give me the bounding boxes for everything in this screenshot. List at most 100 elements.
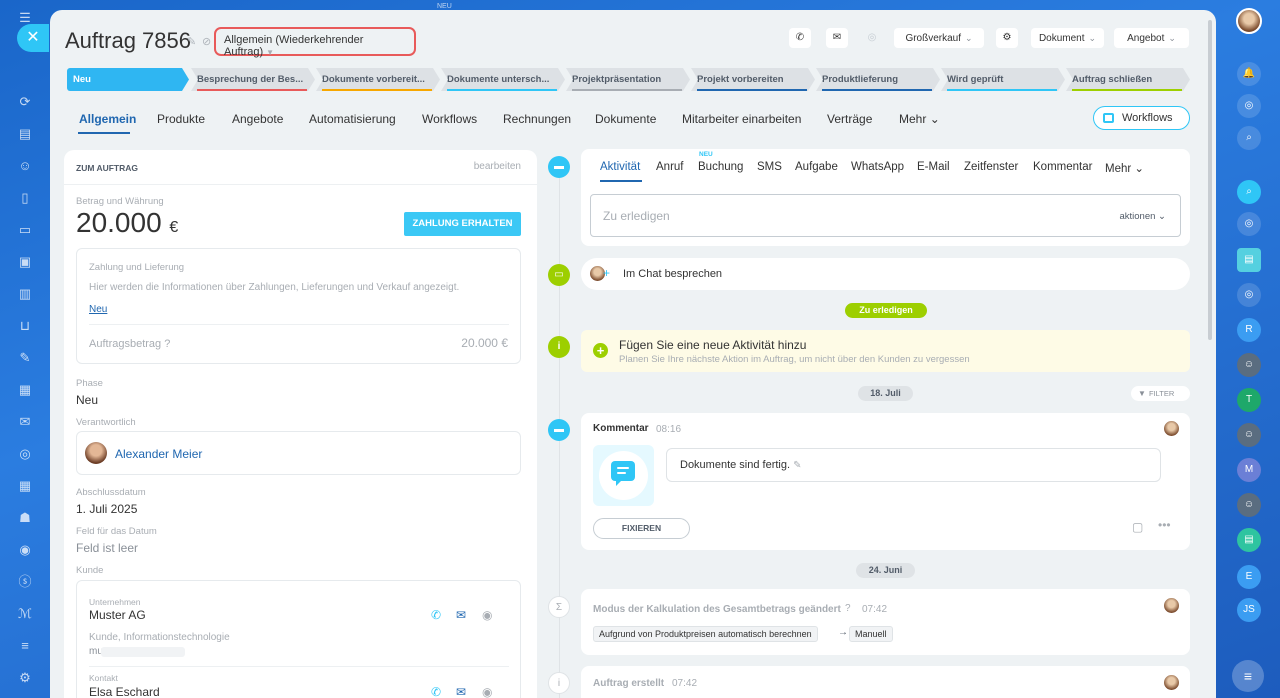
stage-dokumente-unterschreiben[interactable]: Dokumente untersch... bbox=[441, 68, 565, 91]
tab-workflows[interactable]: Workflows bbox=[422, 112, 477, 126]
comment-text-box[interactable]: Dokumente sind fertig. ✎ bbox=[666, 448, 1161, 482]
target-icon[interactable]: ◉ bbox=[17, 542, 33, 558]
m-icon[interactable]: ℳ bbox=[17, 606, 33, 622]
actions-dropdown[interactable]: aktionen ⌄ bbox=[1119, 211, 1166, 222]
tab-vertraege[interactable]: Verträge bbox=[827, 112, 872, 126]
search-icon[interactable]: ⌕ bbox=[1237, 126, 1261, 150]
settings-icon[interactable]: ⚙ bbox=[17, 670, 33, 686]
tab-mitarbeiter-einarbeiten[interactable]: Mitarbeiter einarbeiten bbox=[682, 112, 801, 126]
activity-tab-aufgabe[interactable]: Aufgabe bbox=[795, 161, 838, 173]
rail-group-icon[interactable]: ▤ bbox=[1237, 528, 1261, 552]
activity-tab-anruf[interactable]: Anruf bbox=[656, 161, 684, 173]
file-icon[interactable]: ▯ bbox=[17, 190, 33, 206]
link-icon[interactable]: ⊘ bbox=[202, 35, 211, 48]
tab-rechnungen[interactable]: Rechnungen bbox=[503, 112, 571, 126]
receive-payment-button[interactable]: ZAHLUNG ERHALTEN bbox=[404, 212, 521, 236]
stage-dokumente-vorbereiten[interactable]: Dokumente vorbereit... bbox=[316, 68, 440, 91]
copilot-second-icon[interactable]: ◎ bbox=[1237, 283, 1261, 307]
tab-angebote[interactable]: Angebote bbox=[232, 112, 283, 126]
chat-icon[interactable]: ◉ bbox=[482, 685, 492, 698]
copilot-chat-icon[interactable]: ◎ bbox=[1237, 212, 1261, 236]
board-icon[interactable]: ▣ bbox=[17, 254, 33, 270]
rail-avatar-2[interactable]: ☺ bbox=[1237, 423, 1261, 447]
grossverkauf-button[interactable]: Großverkauf ⌄ bbox=[894, 28, 984, 48]
more-icon[interactable]: ••• bbox=[1158, 518, 1171, 532]
activity-tab-whatsapp[interactable]: WhatsApp bbox=[851, 161, 904, 173]
rail-user-e[interactable]: E bbox=[1237, 565, 1261, 589]
activity-tab-mehr[interactable]: Mehr ⌄ bbox=[1105, 161, 1144, 175]
contact-name[interactable]: Elsa Eschard bbox=[89, 685, 160, 698]
filter-button[interactable]: ▼ FILTER bbox=[1131, 386, 1190, 401]
activity-tab-aktivitaet[interactable]: Aktivität bbox=[600, 161, 640, 173]
phone-button[interactable]: ✆ bbox=[789, 28, 811, 48]
activity-tab-zeitfenster[interactable]: Zeitfenster bbox=[964, 161, 1018, 173]
payment-new-link[interactable]: Neu bbox=[89, 304, 107, 315]
document-icon[interactable]: ▤ bbox=[17, 126, 33, 142]
robot-icon[interactable]: ☗ bbox=[17, 510, 33, 526]
rail-avatar-1[interactable]: ☺ bbox=[1237, 353, 1261, 377]
rail-user-js[interactable]: JS bbox=[1237, 598, 1261, 622]
tab-produkte[interactable]: Produkte bbox=[157, 112, 205, 126]
tab-allgemein[interactable]: Allgemein bbox=[79, 112, 136, 126]
responsible-name[interactable]: Alexander Meier bbox=[115, 447, 202, 461]
rail-menu-button[interactable]: ≡ bbox=[1232, 660, 1264, 692]
rail-avatar-3[interactable]: ☺ bbox=[1237, 493, 1261, 517]
contacts-icon[interactable]: ☺ bbox=[17, 158, 33, 174]
mail-button[interactable]: ✉ bbox=[826, 28, 848, 48]
category-select[interactable]: Allgemein (Wiederkehrender Auftrag) ▼ bbox=[214, 27, 416, 58]
pencil-icon[interactable]: ✎ bbox=[187, 35, 196, 48]
stage-projekt-vorbereiten[interactable]: Projekt vorbereiten bbox=[691, 68, 815, 91]
fix-button[interactable]: FIXIEREN bbox=[593, 518, 690, 539]
activity-tab-email[interactable]: E-Mail bbox=[917, 161, 950, 173]
close-slider-button[interactable]: ✕ bbox=[17, 24, 49, 52]
tab-mehr[interactable]: Mehr ⌄ bbox=[899, 112, 940, 126]
building-icon[interactable]: ▦ bbox=[17, 382, 33, 398]
add-activity-card[interactable]: + Fügen Sie eine neue Aktivität hinzu Pl… bbox=[581, 330, 1190, 372]
activity-tab-kommentar[interactable]: Kommentar bbox=[1033, 161, 1092, 173]
s-icon[interactable]: ⓢ bbox=[17, 574, 33, 590]
tab-automatisierung[interactable]: Automatisierung bbox=[309, 112, 396, 126]
stage-projektpraesentation[interactable]: Projektpräsentation bbox=[566, 68, 690, 91]
activity-tab-buchung[interactable]: Buchung bbox=[698, 161, 743, 173]
user-avatar[interactable] bbox=[1236, 8, 1262, 34]
disk-icon[interactable]: ◎ bbox=[17, 446, 33, 462]
scrollbar[interactable] bbox=[1208, 20, 1212, 340]
help-icon[interactable]: ? bbox=[845, 603, 851, 614]
activity-icon[interactable]: ⟳ bbox=[17, 94, 33, 110]
edit-doc-icon[interactable]: ✎ bbox=[17, 350, 33, 366]
mail-box-icon[interactable]: ✉ bbox=[17, 414, 33, 430]
stage-auftrag-schliessen[interactable]: Auftrag schließen bbox=[1066, 68, 1190, 91]
rail-user-r[interactable]: R bbox=[1237, 318, 1261, 342]
chat-icon[interactable]: ◉ bbox=[482, 608, 492, 622]
chat-discuss-row[interactable]: + Im Chat besprechen bbox=[581, 258, 1190, 290]
angebot-button[interactable]: Angebot ⌄ bbox=[1114, 28, 1189, 48]
gear-icon[interactable]: ⚙ bbox=[996, 28, 1018, 48]
chart-icon[interactable]: ▥ bbox=[17, 286, 33, 302]
stage-neu[interactable]: Neu bbox=[67, 68, 189, 91]
chat-search-icon[interactable]: ⌕ bbox=[1237, 180, 1261, 204]
calendar-icon[interactable]: ▦ bbox=[17, 478, 33, 494]
activity-tab-sms[interactable]: SMS bbox=[757, 161, 782, 173]
notifications-icon[interactable]: 🔔 bbox=[1237, 62, 1261, 86]
note-icon[interactable]: ▢ bbox=[1132, 520, 1143, 534]
help-icon[interactable]: ? bbox=[164, 338, 170, 350]
inbox-icon[interactable]: ▭ bbox=[17, 222, 33, 238]
tab-dokumente[interactable]: Dokumente bbox=[595, 112, 656, 126]
phone-icon[interactable]: ✆ bbox=[431, 685, 441, 698]
cart-icon[interactable]: ⊔ bbox=[17, 318, 33, 334]
copilot-icon[interactable]: ◎ bbox=[1237, 94, 1261, 118]
stage-wird-geprueft[interactable]: Wird geprüft bbox=[941, 68, 1065, 91]
phone-icon[interactable]: ✆ bbox=[431, 608, 441, 622]
edit-link[interactable]: bearbeiten bbox=[474, 161, 521, 172]
chat-group-icon[interactable]: ▤ bbox=[1237, 248, 1261, 272]
stack-icon[interactable]: ≡ bbox=[17, 638, 33, 654]
pencil-icon[interactable]: ✎ bbox=[793, 460, 801, 471]
todo-input[interactable]: Zu erledigen aktionen ⌄ bbox=[590, 194, 1181, 237]
rail-user-t[interactable]: T bbox=[1237, 388, 1261, 412]
mail-icon[interactable]: ✉ bbox=[456, 608, 466, 622]
mail-icon[interactable]: ✉ bbox=[456, 685, 466, 698]
stage-besprechung[interactable]: Besprechung der Bes... bbox=[191, 68, 315, 91]
stage-produktlieferung[interactable]: Produktlieferung bbox=[816, 68, 940, 91]
company-name[interactable]: Muster AG bbox=[89, 608, 146, 622]
rail-user-m[interactable]: M bbox=[1237, 458, 1261, 482]
